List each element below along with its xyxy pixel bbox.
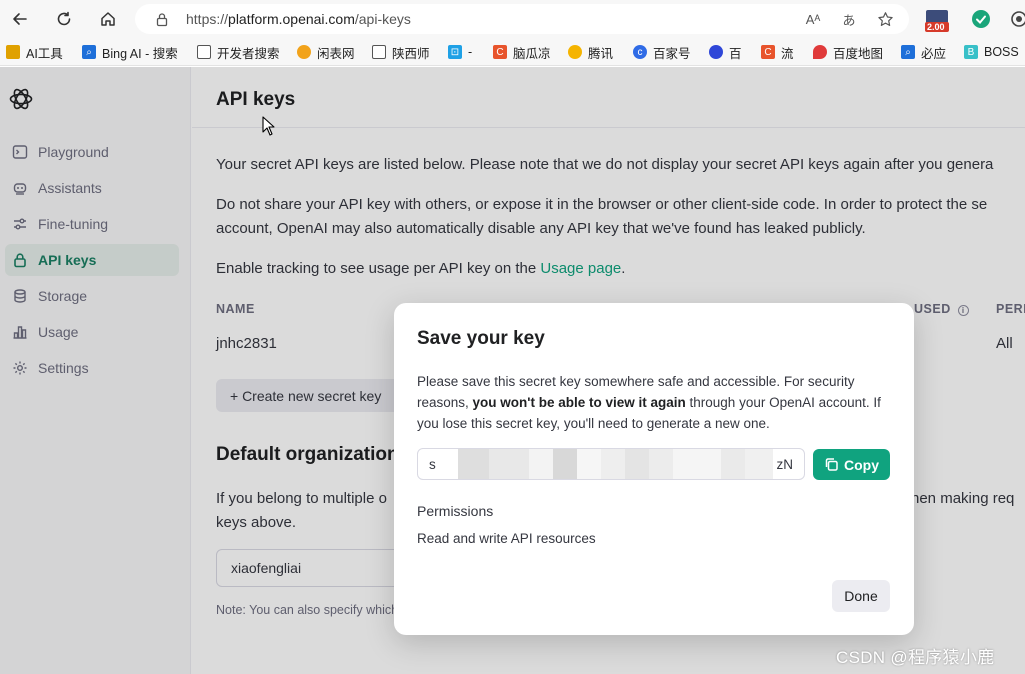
bookmark-label: 脑瓜凉	[513, 46, 551, 61]
bookmarks-bar: AI工具 ⌕ Bing AI - 搜索 开发者搜索 闲表网 陕西师 ⊡ - C 脑瓜凉…	[0, 38, 1025, 66]
permissions-label: Permissions	[417, 503, 494, 519]
bookmark-label: 百度地图	[833, 46, 884, 61]
url-host: platform.openai.com	[228, 11, 355, 27]
paw-icon	[709, 45, 723, 59]
redaction-block	[601, 449, 625, 479]
bookmark-label: AI工具	[26, 46, 63, 61]
pin-icon	[813, 45, 827, 59]
bookmark-label: 流	[781, 46, 794, 61]
url-prefix: https://	[186, 11, 229, 27]
redaction-block	[577, 449, 601, 479]
page-icon	[197, 45, 211, 59]
bookmark-label: Bing AI - 搜索	[102, 46, 178, 61]
bookmark-label: 闲表网	[317, 46, 355, 61]
bookmark-item[interactable]: 百度地图	[813, 43, 883, 61]
bookmark-item[interactable]: 百	[709, 43, 742, 61]
refresh-icon[interactable]	[52, 7, 76, 31]
page-icon	[372, 45, 386, 59]
home-icon[interactable]	[96, 7, 120, 31]
bookmark-item[interactable]: 陕西师	[372, 43, 430, 61]
watermark: CSDN @程序猿小鹿	[836, 648, 995, 667]
redaction-block	[673, 449, 721, 479]
bookmark-label: 开发者搜索	[217, 46, 280, 61]
permissions-value: Read and write API resources	[417, 531, 596, 546]
bookmark-label: 百家号	[653, 46, 691, 61]
bookmark-item[interactable]: AI工具	[6, 43, 63, 61]
bookmark-item[interactable]: B BOSS	[964, 43, 1019, 61]
secret-key-field[interactable]: s zN	[417, 448, 805, 480]
bookmark-label: BOSS	[984, 45, 1019, 59]
bilibili-icon: ⊡	[448, 45, 462, 59]
copy-button[interactable]: Copy	[813, 449, 890, 480]
redaction-block	[553, 449, 577, 479]
redaction-block	[721, 449, 745, 479]
back-icon[interactable]	[8, 7, 32, 31]
bookmark-item[interactable]: ⌕ Bing AI - 搜索	[82, 43, 178, 61]
lock-icon[interactable]	[153, 10, 171, 28]
copy-icon	[825, 458, 838, 471]
c-icon: C	[761, 45, 775, 59]
redaction-block	[529, 449, 553, 479]
bookmark-item[interactable]: ⊡ -	[448, 43, 472, 61]
favorite-star-icon[interactable]	[876, 10, 894, 28]
modal-description: Please save this secret key somewhere sa…	[417, 371, 891, 434]
browser-toolbar: https://platform.openai.com/api-keys Aᴬ …	[0, 0, 1025, 38]
bookmark-item[interactable]: 开发者搜索	[197, 43, 280, 61]
secret-key-start: s	[429, 457, 436, 472]
redaction-block	[458, 449, 489, 479]
mouse-cursor-icon	[262, 116, 275, 136]
extension-badge: 2.00	[927, 22, 945, 32]
bookmark-item[interactable]: c 百家号	[633, 43, 691, 61]
bell-icon	[568, 45, 582, 59]
search-icon: ⌕	[82, 45, 96, 59]
redaction-block	[489, 449, 529, 479]
search-icon: ⌕	[901, 45, 915, 59]
bookmark-label: -	[468, 45, 473, 59]
modal-title: Save your key	[417, 328, 545, 349]
bookmark-item[interactable]: 腾讯	[568, 43, 613, 61]
done-button[interactable]: Done	[832, 580, 890, 612]
bookmark-item[interactable]: C 脑瓜凉	[493, 43, 551, 61]
secret-key-end: zN	[776, 457, 794, 472]
bookmark-label: 陕西师	[392, 46, 430, 61]
redaction-block	[625, 449, 649, 479]
green-extension-icon[interactable]	[968, 7, 994, 31]
copy-button-label: Copy	[844, 456, 879, 473]
fruit-icon	[297, 45, 311, 59]
modal-text-bold: you won't be able to view it again	[472, 395, 686, 410]
extension-counter-icon[interactable]: 2.00	[924, 7, 950, 33]
bookmark-label: 百	[729, 46, 742, 61]
read-aloud-icon[interactable]: Aᴬ	[804, 10, 822, 28]
url-text[interactable]: https://platform.openai.com/api-keys	[186, 11, 411, 27]
bookmark-item[interactable]: ⌕ 必应	[901, 43, 946, 61]
address-bar[interactable]: https://platform.openai.com/api-keys Aᴬ …	[135, 4, 909, 34]
url-path: /api-keys	[354, 11, 411, 27]
baijia-icon: c	[633, 45, 647, 59]
redaction-block	[649, 449, 673, 479]
bookmark-item[interactable]: C流	[761, 43, 794, 61]
b-icon: B	[964, 45, 978, 59]
translate-icon[interactable]: あ	[840, 10, 858, 28]
redaction-block	[745, 449, 773, 479]
bookmark-label: 腾讯	[588, 46, 614, 61]
save-key-modal: Save your key Please save this secret ke…	[394, 303, 914, 635]
c-icon: C	[493, 45, 507, 59]
folder-icon	[6, 45, 20, 59]
extension-icon[interactable]	[1006, 7, 1025, 31]
bookmark-item[interactable]: 闲表网	[297, 43, 355, 61]
bookmark-label: 必应	[921, 46, 947, 61]
